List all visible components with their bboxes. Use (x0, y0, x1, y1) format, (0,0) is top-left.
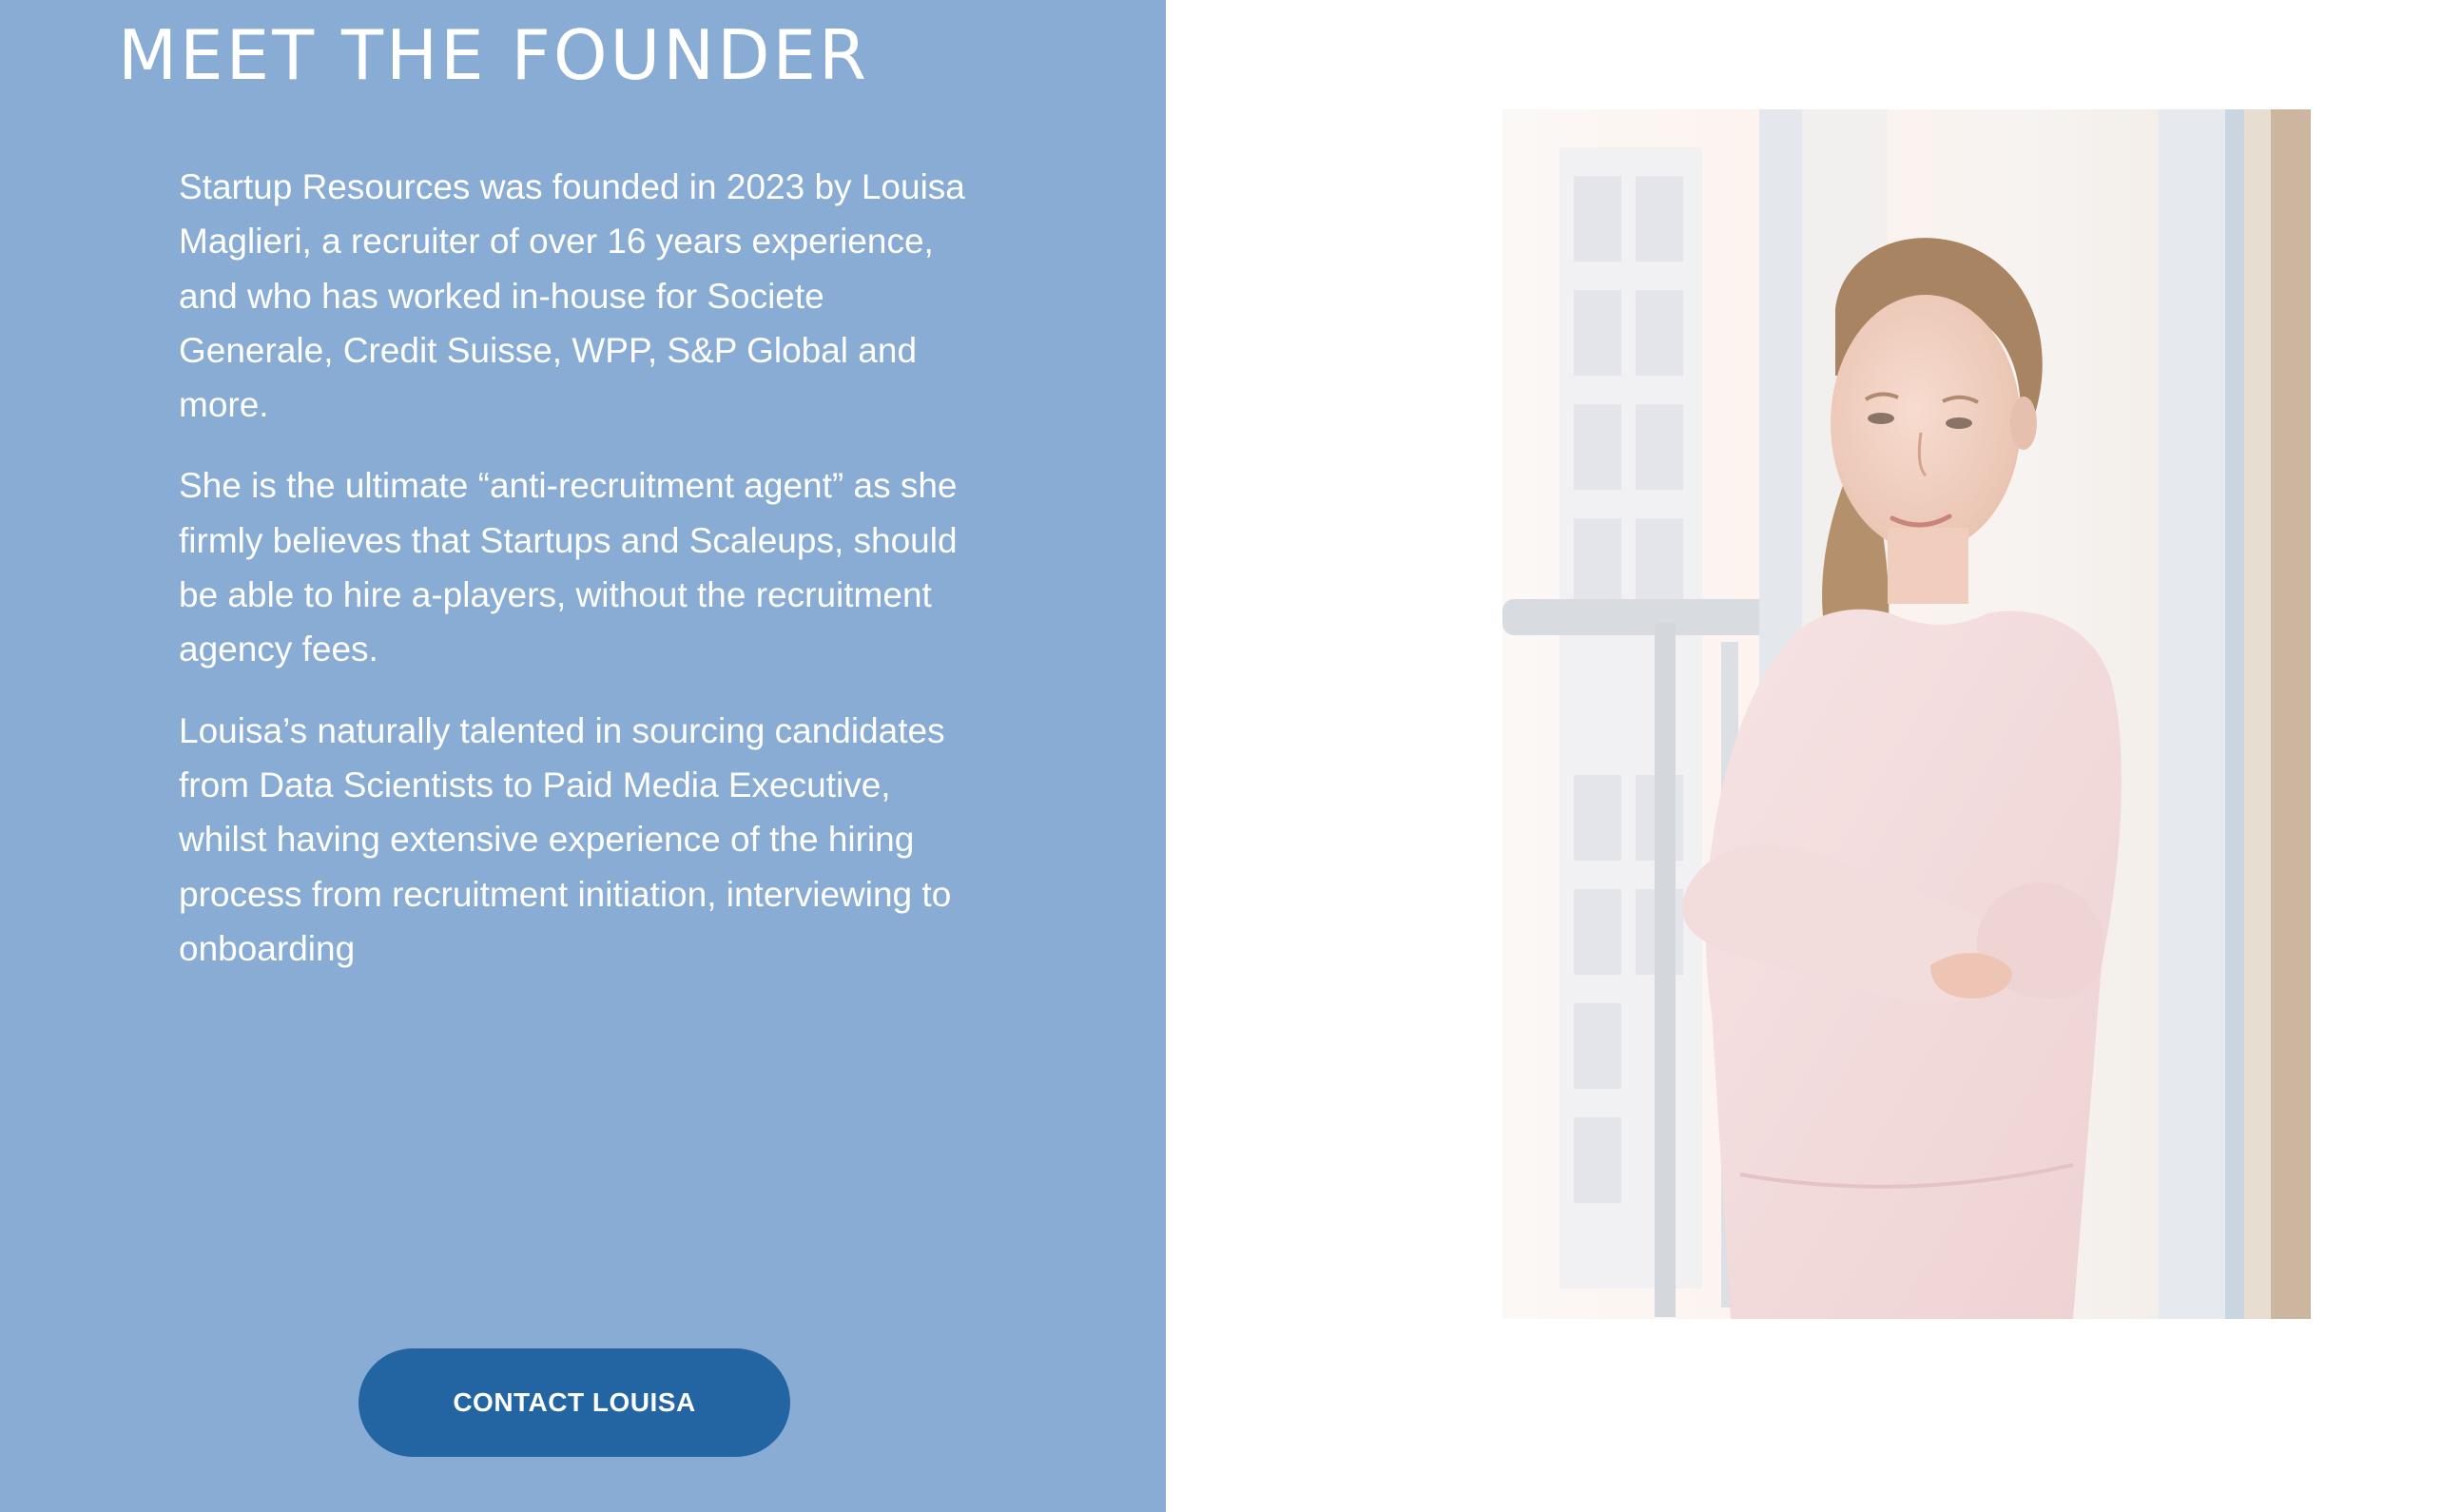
bio-paragraph: Startup Resources was founded in 2023 by… (179, 167, 965, 425)
bio-paragraph: Louisa’s naturally talented in sourcing … (179, 710, 952, 968)
contact-louisa-button[interactable]: CONTACT LOUISA (359, 1348, 790, 1457)
founder-panel: MEET THE FOUNDER Startup Resources was f… (0, 0, 1166, 1512)
founder-photo (1502, 109, 2311, 1319)
bio-paragraph: She is the ultimate “anti-recruitment ag… (179, 466, 958, 669)
founder-bio: Startup Resources was founded in 2023 by… (179, 160, 978, 1002)
section-heading: MEET THE FOUNDER (118, 15, 870, 95)
